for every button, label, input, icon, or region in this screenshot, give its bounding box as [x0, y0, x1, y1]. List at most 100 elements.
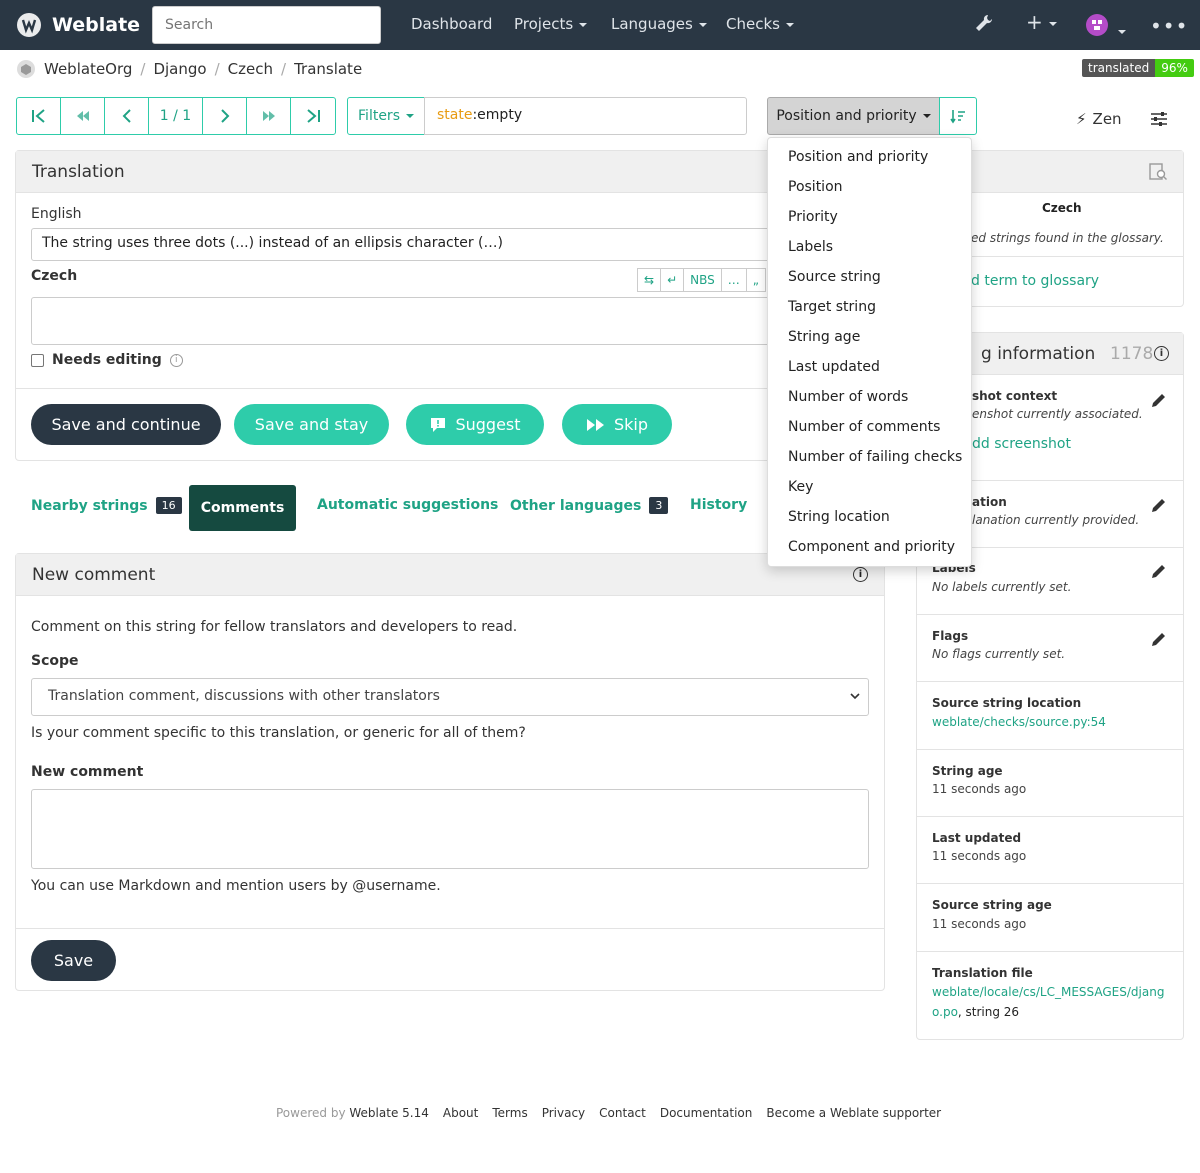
nav-dashboard[interactable]: Dashboard	[411, 15, 492, 33]
last-page-button[interactable]	[291, 98, 335, 134]
footer-version-link[interactable]: Weblate 5.14	[349, 1106, 428, 1120]
tab-automatic-suggestions[interactable]: Automatic suggestions	[317, 497, 498, 513]
footer-documentation-link[interactable]: Documentation	[660, 1106, 753, 1120]
settings-sliders-icon[interactable]	[1150, 110, 1168, 132]
search-input[interactable]	[152, 6, 381, 44]
needs-editing-checkbox[interactable]	[31, 353, 44, 367]
footer: Powered by Weblate 5.14 About Terms Priv…	[276, 1106, 941, 1120]
query-input[interactable]: state:empty	[424, 97, 747, 135]
save-stay-button[interactable]: Save and stay	[234, 404, 389, 445]
ellipsis-char-button[interactable]: …	[720, 268, 747, 292]
breadcrumb-language[interactable]: Czech	[228, 60, 273, 78]
needs-editing-label[interactable]: Needs editing	[52, 352, 162, 368]
breadcrumb-project-group[interactable]: WeblateOrg	[44, 60, 132, 78]
skip-button[interactable]: Skip	[562, 404, 672, 445]
sort-option-target-string[interactable]: Target string	[788, 299, 876, 315]
next-block-button[interactable]	[247, 98, 291, 134]
next-button[interactable]	[203, 98, 247, 134]
info-icon[interactable]: i	[853, 567, 868, 582]
sort-option-priority[interactable]: Priority	[788, 209, 838, 225]
breadcrumb-current: Translate	[294, 60, 363, 78]
sort-option-string-location[interactable]: String location	[788, 509, 890, 525]
tab-other-languages[interactable]: Other languages 3	[510, 497, 669, 514]
previous-button[interactable]	[105, 98, 149, 134]
sort-option-position-priority[interactable]: Position and priority	[788, 149, 928, 165]
scope-select[interactable]: Translation comment, discussions with ot…	[31, 678, 869, 716]
save-continue-button[interactable]: Save and continue	[31, 404, 221, 445]
string-age-row: String age 11 seconds ago	[916, 750, 1184, 817]
sort-option-last-updated[interactable]: Last updated	[788, 359, 880, 375]
footer-terms-link[interactable]: Terms	[492, 1106, 527, 1120]
tab-char-button[interactable]: ⇆	[637, 268, 662, 292]
sort-option-source-string[interactable]: Source string	[788, 269, 881, 285]
age-title: String age	[932, 764, 1003, 778]
info-icon: i	[169, 353, 183, 367]
first-page-button[interactable]	[17, 98, 61, 134]
divider	[16, 928, 884, 929]
flags-title: Flags	[932, 629, 969, 643]
source-age-title: Source string age	[932, 898, 1052, 912]
translated-badge[interactable]: translated 96%	[1082, 59, 1194, 77]
tab-comments[interactable]: Comments	[189, 485, 296, 531]
nav-languages[interactable]: Languages	[611, 15, 707, 33]
sort-option-component-priority[interactable]: Component and priority	[788, 539, 955, 555]
nbsp-char-button[interactable]: NBS	[683, 268, 722, 292]
sort-direction-icon[interactable]	[939, 97, 977, 135]
scope-help: Is your comment specific to this transla…	[31, 725, 526, 741]
breadcrumb-separator: /	[140, 60, 146, 78]
breadcrumb-project[interactable]: Django	[153, 60, 206, 78]
sort-option-failing-checks[interactable]: Number of failing checks	[788, 449, 962, 465]
comment-textarea[interactable]	[31, 789, 869, 869]
footer-supporter-link[interactable]: Become a Weblate supporter	[766, 1106, 941, 1120]
sort-option-string-age[interactable]: String age	[788, 329, 860, 345]
nav-checks[interactable]: Checks	[726, 15, 794, 33]
sort-option-number-of-comments[interactable]: Number of comments	[788, 419, 940, 435]
brand[interactable]: Weblate	[16, 12, 140, 38]
sort-option-key[interactable]: Key	[788, 479, 813, 495]
sort-option-number-of-words[interactable]: Number of words	[788, 389, 908, 405]
add-glossary-term-link[interactable]: d term to glossary	[971, 273, 1099, 289]
suggest-button[interactable]: Suggest	[406, 404, 544, 445]
filters-button[interactable]: Filters	[347, 97, 425, 135]
file-link-continued[interactable]: o.po	[932, 1005, 958, 1019]
file-link[interactable]: weblate/locale/cs/LC_MESSAGES/djang	[932, 985, 1164, 999]
save-comment-button[interactable]: Save	[31, 940, 116, 981]
previous-block-button[interactable]	[61, 98, 105, 134]
breadcrumb-separator: /	[281, 60, 287, 78]
location-link[interactable]: weblate/checks/source.py:54	[932, 715, 1106, 729]
tab-history[interactable]: History	[690, 497, 747, 513]
pencil-icon[interactable]	[1150, 391, 1168, 409]
breadcrumb-separator: /	[214, 60, 220, 78]
zen-button[interactable]: ⚡ Zen	[1076, 110, 1122, 128]
pencil-icon[interactable]	[1150, 630, 1168, 648]
explanation-title: ation	[972, 495, 1007, 509]
wrench-icon[interactable]	[974, 13, 994, 37]
footer-contact-link[interactable]: Contact	[599, 1106, 646, 1120]
footer-privacy-link[interactable]: Privacy	[542, 1106, 585, 1120]
nav-projects[interactable]: Projects	[514, 15, 587, 33]
pencil-icon[interactable]	[1150, 562, 1168, 580]
flags-value: No flags currently set.	[932, 647, 1066, 661]
newline-char-button[interactable]: ↵	[660, 268, 685, 292]
more-icon[interactable]: •••	[1150, 14, 1188, 38]
file-string-number: , string 26	[957, 1005, 1020, 1019]
special-chars-toolbar: ⇆ ↵ NBS … „	[637, 268, 766, 292]
bolt-icon: ⚡	[1076, 110, 1087, 128]
tab-nearby-strings[interactable]: Nearby strings 16	[31, 497, 182, 514]
translation-textarea[interactable]	[31, 297, 871, 345]
comment-intro: Comment on this string for fellow transl…	[31, 619, 518, 635]
footer-about-link[interactable]: About	[443, 1106, 478, 1120]
glossary-search-icon[interactable]	[1149, 163, 1167, 181]
add-icon[interactable]: +	[1026, 10, 1057, 34]
pencil-icon[interactable]	[1150, 496, 1168, 514]
info-icon[interactable]: i	[1154, 346, 1169, 361]
flags-row: Flags No flags currently set.	[916, 615, 1184, 682]
updated-title: Last updated	[932, 831, 1022, 845]
add-screenshot-link[interactable]: dd screenshot	[972, 436, 1071, 452]
quote-char-button[interactable]: „	[745, 268, 766, 292]
sort-option-position[interactable]: Position	[788, 179, 843, 195]
sort-option-labels[interactable]: Labels	[788, 239, 833, 255]
file-title: Translation file	[932, 966, 1033, 980]
sort-dropdown-button[interactable]: Position and priority	[767, 97, 940, 135]
avatar[interactable]	[1086, 14, 1126, 40]
